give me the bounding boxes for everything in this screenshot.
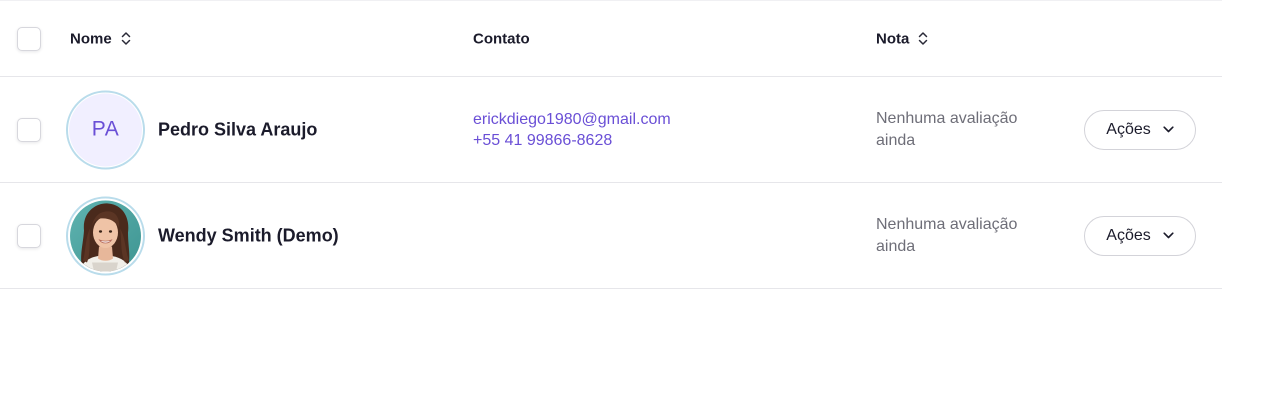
actions-cell: Ações: [1084, 215, 1196, 256]
clients-table: Nome Contato Nota PA Pedro Silva Araujo …: [0, 1, 1222, 289]
table-row[interactable]: PA Pedro Silva Araujo erickdiego1980@gma…: [0, 77, 1222, 183]
clients-page: Nome Contato Nota PA Pedro Silva Araujo …: [0, 0, 1275, 413]
avatar-initials: PA: [69, 93, 142, 166]
column-header-name-label: Nome: [70, 30, 112, 47]
column-header-name[interactable]: Nome: [70, 30, 131, 47]
actions-dropdown-button[interactable]: Ações: [1084, 215, 1196, 256]
column-header-rating-label: Nota: [876, 30, 910, 47]
sort-updown-icon[interactable]: [918, 32, 928, 46]
avatar[interactable]: [66, 196, 145, 275]
row-select-cell: [17, 223, 41, 248]
row-select-cell: [17, 117, 41, 142]
client-contact-cell: erickdiego1980@gmail.com +55 41 99866-86…: [473, 109, 671, 151]
table-header-row: Nome Contato Nota: [0, 1, 1222, 77]
column-header-contact: Contato: [473, 30, 530, 47]
client-name-cell: Wendy Smith (Demo): [66, 196, 339, 275]
sort-updown-icon[interactable]: [121, 32, 131, 46]
row-select-checkbox[interactable]: [17, 117, 41, 142]
chevron-down-icon: [1163, 232, 1174, 239]
actions-button-label: Ações: [1106, 226, 1151, 244]
select-all-checkbox[interactable]: [17, 26, 41, 51]
client-name[interactable]: Wendy Smith (Demo): [158, 225, 339, 246]
portrait-photo: [70, 200, 141, 271]
client-name[interactable]: Pedro Silva Araujo: [158, 119, 317, 140]
client-rating-cell: Nenhuma avaliação ainda: [876, 215, 1018, 255]
actions-dropdown-button[interactable]: Ações: [1084, 109, 1196, 150]
select-all-cell: [17, 26, 41, 51]
row-select-checkbox[interactable]: [17, 223, 41, 248]
column-header-contact-label: Contato: [473, 30, 530, 47]
actions-button-label: Ações: [1106, 120, 1151, 138]
actions-cell: Ações: [1084, 109, 1196, 150]
client-name-cell: PA Pedro Silva Araujo: [66, 90, 317, 169]
client-email-link[interactable]: erickdiego1980@gmail.com: [473, 109, 671, 130]
avatar[interactable]: PA: [66, 90, 145, 169]
chevron-down-icon: [1163, 126, 1174, 133]
client-phone-link[interactable]: +55 41 99866-8628: [473, 130, 671, 151]
table-row[interactable]: Wendy Smith (Demo) Nenhuma avaliação ain…: [0, 183, 1222, 289]
client-rating-cell: Nenhuma avaliação ainda: [876, 109, 1018, 149]
column-header-rating[interactable]: Nota: [876, 30, 928, 47]
